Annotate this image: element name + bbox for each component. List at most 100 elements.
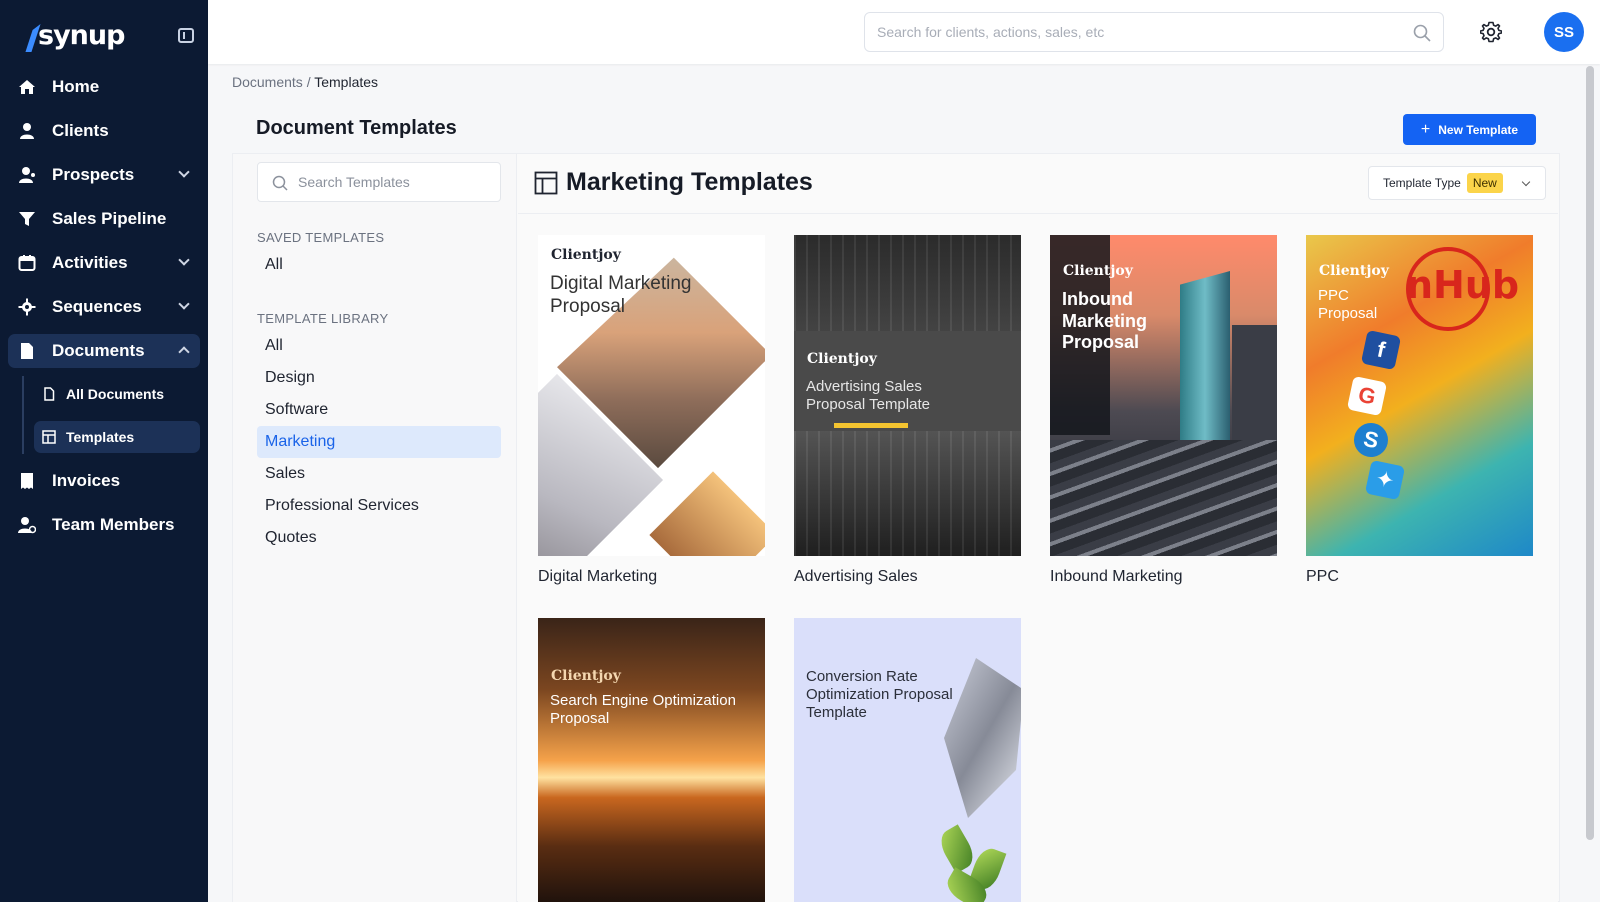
top-bar: SS bbox=[208, 0, 1600, 64]
breadcrumb-link-documents[interactable]: Documents bbox=[232, 74, 303, 90]
category-software[interactable]: Software bbox=[257, 394, 501, 426]
templates-panel: SAVED TEMPLATES All TEMPLATE LIBRARY All… bbox=[232, 153, 1560, 902]
thumbnail-highlight bbox=[834, 423, 908, 428]
sidebar-collapse-icon[interactable] bbox=[178, 28, 194, 43]
sidebar-item-sequences[interactable]: Sequences bbox=[8, 290, 200, 324]
sidebar-item-label: Invoices bbox=[52, 471, 121, 490]
template-categories: SAVED TEMPLATES All TEMPLATE LIBRARY All… bbox=[233, 154, 517, 902]
sidebar-item-sales-pipeline[interactable]: Sales Pipeline bbox=[8, 202, 200, 236]
template-card-advertising-sales[interactable]: Clientjoy Advertising Sales Proposal Tem… bbox=[794, 235, 1021, 586]
gallery-title: Marketing Templates bbox=[566, 168, 813, 196]
category-sales[interactable]: Sales bbox=[257, 458, 501, 490]
sidebar-subitem-label: Templates bbox=[66, 429, 135, 445]
templates-gallery: Marketing Templates Template Type New Cl… bbox=[518, 154, 1558, 902]
sidebar-item-invoices[interactable]: Invoices bbox=[8, 464, 200, 498]
template-card-inbound-marketing[interactable]: Clientjoy Inbound Marketing Proposal Inb… bbox=[1050, 235, 1277, 586]
settings-gear-icon[interactable] bbox=[1480, 21, 1502, 43]
template-thumbnail: Conversion Rate Optimization Proposal Te… bbox=[794, 618, 1021, 902]
thumbnail-brand: Clientjoy bbox=[551, 247, 621, 263]
sidebar-item-label: Sequences bbox=[52, 297, 142, 316]
template-library-heading: TEMPLATE LIBRARY bbox=[257, 311, 389, 326]
saved-templates-heading: SAVED TEMPLATES bbox=[257, 230, 385, 245]
new-template-button[interactable]: + New Template bbox=[1403, 114, 1536, 145]
category-saved-all[interactable]: All bbox=[257, 249, 501, 281]
user-avatar[interactable]: SS bbox=[1544, 12, 1584, 52]
category-marketing[interactable]: Marketing bbox=[257, 426, 501, 458]
sidebar-item-team-members[interactable]: Team Members bbox=[8, 508, 200, 542]
thumbnail-title: Conversion Rate Optimization Proposal Te… bbox=[806, 668, 953, 721]
synup-logo-icon bbox=[18, 22, 36, 48]
template-card-digital-marketing[interactable]: Clientjoy Digital Marketing Proposal Dig… bbox=[538, 235, 765, 586]
invoice-icon bbox=[18, 472, 36, 490]
sidebar-item-clients[interactable]: Clients bbox=[8, 114, 200, 148]
thumbnail-image bbox=[1232, 325, 1277, 445]
category-professional-services[interactable]: Professional Services bbox=[257, 490, 501, 522]
search-icon bbox=[272, 175, 288, 191]
template-search-input[interactable] bbox=[298, 163, 494, 201]
sidebar-item-home[interactable]: Home bbox=[8, 70, 200, 104]
thumbnail-image bbox=[1050, 440, 1277, 556]
sidebar-subitem-templates[interactable]: Templates bbox=[34, 421, 200, 453]
thumbnail-brand: Clientjoy bbox=[1319, 263, 1389, 279]
sidebar-item-label: Prospects bbox=[52, 165, 135, 184]
thumbnail-title: Search Engine Optimization Proposal bbox=[550, 692, 736, 727]
thumbnail-image bbox=[1180, 271, 1230, 441]
template-card-seo[interactable]: Clientjoy Search Engine Optimization Pro… bbox=[538, 618, 765, 902]
page-scrollbar[interactable] bbox=[1586, 66, 1594, 840]
team-icon bbox=[18, 516, 36, 534]
template-search[interactable] bbox=[257, 162, 501, 202]
thumbnail-title: PPC Proposal bbox=[1318, 287, 1378, 322]
category-quotes[interactable]: Quotes bbox=[257, 522, 501, 554]
plus-icon: + bbox=[1420, 120, 1431, 138]
chevron-down-icon[interactable] bbox=[178, 254, 190, 266]
funnel-icon bbox=[18, 210, 36, 228]
user-icon bbox=[18, 122, 36, 140]
chevron-down-icon[interactable] bbox=[178, 298, 190, 310]
thumbnail-title: Digital Marketing Proposal bbox=[550, 273, 692, 317]
sidebar: synup Home Clients Prospects Sales Pipel… bbox=[0, 0, 208, 902]
search-icon[interactable] bbox=[1413, 24, 1431, 42]
sidebar-item-label: Activities bbox=[52, 253, 128, 272]
global-search-input[interactable] bbox=[865, 13, 1385, 51]
sidebar-item-prospects[interactable]: Prospects bbox=[8, 158, 200, 192]
template-thumbnail: Clientjoy Advertising Sales Proposal Tem… bbox=[794, 235, 1021, 556]
thumbnail-title: Inbound Marketing Proposal bbox=[1062, 289, 1148, 353]
template-name: Inbound Marketing bbox=[1050, 568, 1183, 585]
new-template-label: New Template bbox=[1438, 122, 1519, 137]
facebook-icon: f bbox=[1360, 329, 1402, 371]
template-type-label: Template Type bbox=[1383, 176, 1461, 190]
template-name: Digital Marketing bbox=[538, 568, 658, 585]
breadcrumb: Documents / Templates bbox=[232, 74, 378, 90]
google-icon: G bbox=[1346, 375, 1388, 417]
template-thumbnail: nHub f G S ✦ Clientjoy PPC Proposal bbox=[1306, 235, 1533, 556]
chevron-down-icon bbox=[1521, 177, 1531, 187]
thumbnail-image bbox=[935, 824, 979, 874]
calendar-icon bbox=[18, 254, 36, 272]
sidebar-item-label: Documents bbox=[52, 341, 145, 360]
thumbnail-brand: Clientjoy bbox=[1063, 263, 1133, 279]
template-card-ppc[interactable]: nHub f G S ✦ Clientjoy PPC Proposal PPC bbox=[1306, 235, 1533, 586]
chevron-up-icon[interactable] bbox=[178, 346, 190, 358]
global-search[interactable] bbox=[864, 12, 1444, 52]
synup-logo[interactable]: synup bbox=[18, 16, 125, 54]
chevron-down-icon[interactable] bbox=[178, 166, 190, 178]
thumbnail-brand: Clientjoy bbox=[807, 351, 877, 367]
sidebar-item-documents[interactable]: Documents bbox=[8, 334, 200, 368]
sidebar-subitem-all-documents[interactable]: All Documents bbox=[34, 378, 200, 410]
template-name: Advertising Sales bbox=[794, 568, 918, 585]
sidebar-item-label: Sales Pipeline bbox=[52, 209, 167, 228]
template-type-dropdown[interactable]: Template Type New bbox=[1368, 166, 1546, 200]
thumbnail-brand: Clientjoy bbox=[551, 668, 621, 684]
template-thumbnail: Clientjoy Digital Marketing Proposal bbox=[538, 235, 765, 556]
category-design[interactable]: Design bbox=[257, 362, 501, 394]
template-thumbnail: Clientjoy Search Engine Optimization Pro… bbox=[538, 618, 765, 902]
template-thumbnail: Clientjoy Inbound Marketing Proposal bbox=[1050, 235, 1277, 556]
category-all[interactable]: All bbox=[257, 330, 501, 362]
sidebar-subitem-label: All Documents bbox=[66, 386, 165, 402]
thumbnail-title: Advertising Sales Proposal Template bbox=[806, 378, 930, 413]
template-icon bbox=[42, 430, 56, 444]
sidebar-item-activities[interactable]: Activities bbox=[8, 246, 200, 280]
template-card-cro[interactable]: Conversion Rate Optimization Proposal Te… bbox=[794, 618, 1021, 902]
new-badge: New bbox=[1466, 173, 1503, 193]
document-icon bbox=[18, 342, 36, 360]
